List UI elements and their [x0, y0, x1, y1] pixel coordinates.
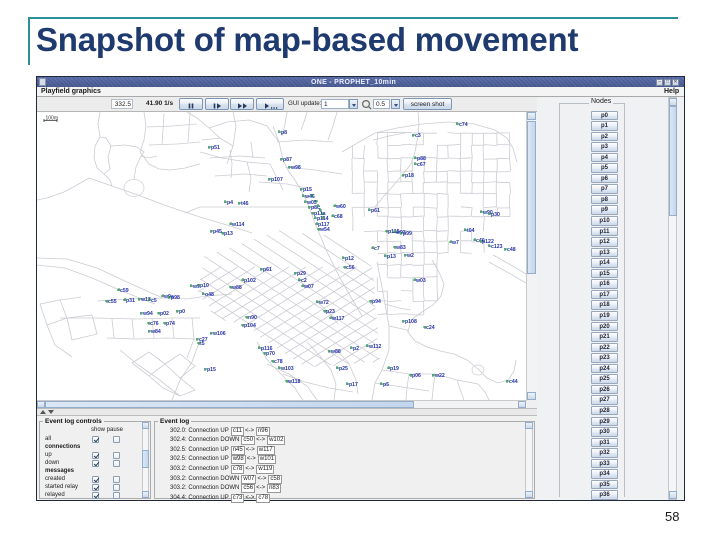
svg-text:w98: w98: [290, 165, 301, 171]
svg-text:c44: c44: [509, 379, 518, 385]
svg-text:p17: p17: [349, 382, 358, 388]
svg-text:t46: t46: [241, 201, 249, 207]
svg-text:p23: p23: [326, 309, 335, 315]
svg-text:p29: p29: [297, 271, 306, 277]
svg-text:p15: p15: [303, 187, 312, 193]
svg-text:c55: c55: [108, 299, 117, 305]
svg-text:p94: p94: [372, 299, 381, 305]
svg-text:p25: p25: [339, 366, 348, 372]
svg-text:p4: p4: [227, 200, 233, 206]
svg-text:w07: w07: [303, 284, 314, 290]
svg-text:p31: p31: [126, 298, 135, 304]
svg-text:p02: p02: [160, 311, 169, 317]
svg-text:p87: p87: [283, 157, 292, 163]
svg-text:p99: p99: [403, 231, 412, 237]
svg-text:w7: w7: [451, 240, 459, 246]
svg-text:o48: o48: [205, 292, 214, 298]
svg-text:w22: w22: [434, 373, 445, 379]
svg-text:c48: c48: [507, 247, 516, 253]
svg-text:p5: p5: [383, 382, 389, 388]
svg-text:c123: c123: [491, 244, 503, 250]
svg-text:100m: 100m: [46, 116, 59, 122]
svg-text:c76: c76: [150, 321, 159, 327]
svg-text:p51: p51: [211, 145, 220, 151]
svg-text:p70: p70: [266, 351, 275, 357]
svg-text:w94: w94: [142, 311, 153, 317]
svg-text:c74: c74: [459, 122, 468, 128]
svg-text:p30: p30: [491, 212, 500, 218]
svg-text:w03: w03: [415, 278, 426, 284]
svg-text:p10: p10: [200, 283, 209, 289]
svg-text:t5: t5: [200, 341, 205, 347]
svg-text:t04: t04: [467, 228, 475, 234]
svg-text:w117: w117: [331, 316, 345, 322]
svg-text:c78: c78: [274, 359, 283, 365]
svg-text:c59: c59: [120, 288, 129, 294]
svg-text:c67: c67: [417, 162, 426, 168]
svg-text:w60: w60: [335, 204, 346, 210]
svg-text:c68: c68: [334, 214, 343, 220]
svg-text:w54: w54: [319, 227, 330, 233]
svg-text:w2: w2: [406, 253, 414, 259]
svg-text:n90: n90: [248, 315, 257, 321]
svg-text:p104: p104: [244, 323, 256, 329]
svg-text:w88: w88: [330, 349, 341, 355]
svg-text:w72: w72: [318, 300, 329, 306]
svg-text:p19: p19: [390, 366, 399, 372]
svg-text:p13: p13: [224, 231, 233, 237]
svg-text:p61: p61: [371, 208, 380, 214]
svg-text:w84: w84: [150, 329, 161, 335]
svg-text:p74: p74: [166, 321, 175, 327]
svg-text:c7: c7: [374, 246, 380, 252]
svg-text:p107: p107: [271, 177, 283, 183]
svg-text:c3: c3: [415, 133, 421, 139]
svg-text:c56: c56: [346, 265, 355, 271]
svg-text:c5: c5: [151, 298, 157, 304]
svg-text:p12: p12: [345, 256, 354, 262]
svg-text:p108: p108: [405, 319, 417, 325]
svg-text:p61: p61: [263, 267, 272, 273]
svg-text:p06: p06: [412, 373, 421, 379]
svg-text:p8: p8: [281, 130, 287, 136]
svg-text:p18: p18: [405, 173, 414, 179]
svg-text:w106: w106: [212, 331, 226, 337]
svg-text:w118: w118: [287, 379, 301, 385]
svg-text:w103: w103: [280, 366, 294, 372]
svg-text:w83: w83: [395, 245, 406, 251]
svg-text:p15: p15: [207, 367, 216, 373]
svg-text:p98: p98: [171, 295, 180, 301]
svg-text:p0: p0: [179, 309, 185, 315]
svg-text:c24: c24: [426, 325, 435, 331]
svg-text:w88: w88: [231, 285, 242, 291]
svg-text:p2: p2: [353, 346, 359, 352]
svg-text:w112: w112: [368, 344, 382, 350]
svg-text:p102: p102: [244, 278, 256, 284]
svg-text:p13: p13: [387, 254, 396, 260]
svg-text:p45: p45: [213, 229, 222, 235]
svg-text:w114: w114: [231, 222, 245, 228]
